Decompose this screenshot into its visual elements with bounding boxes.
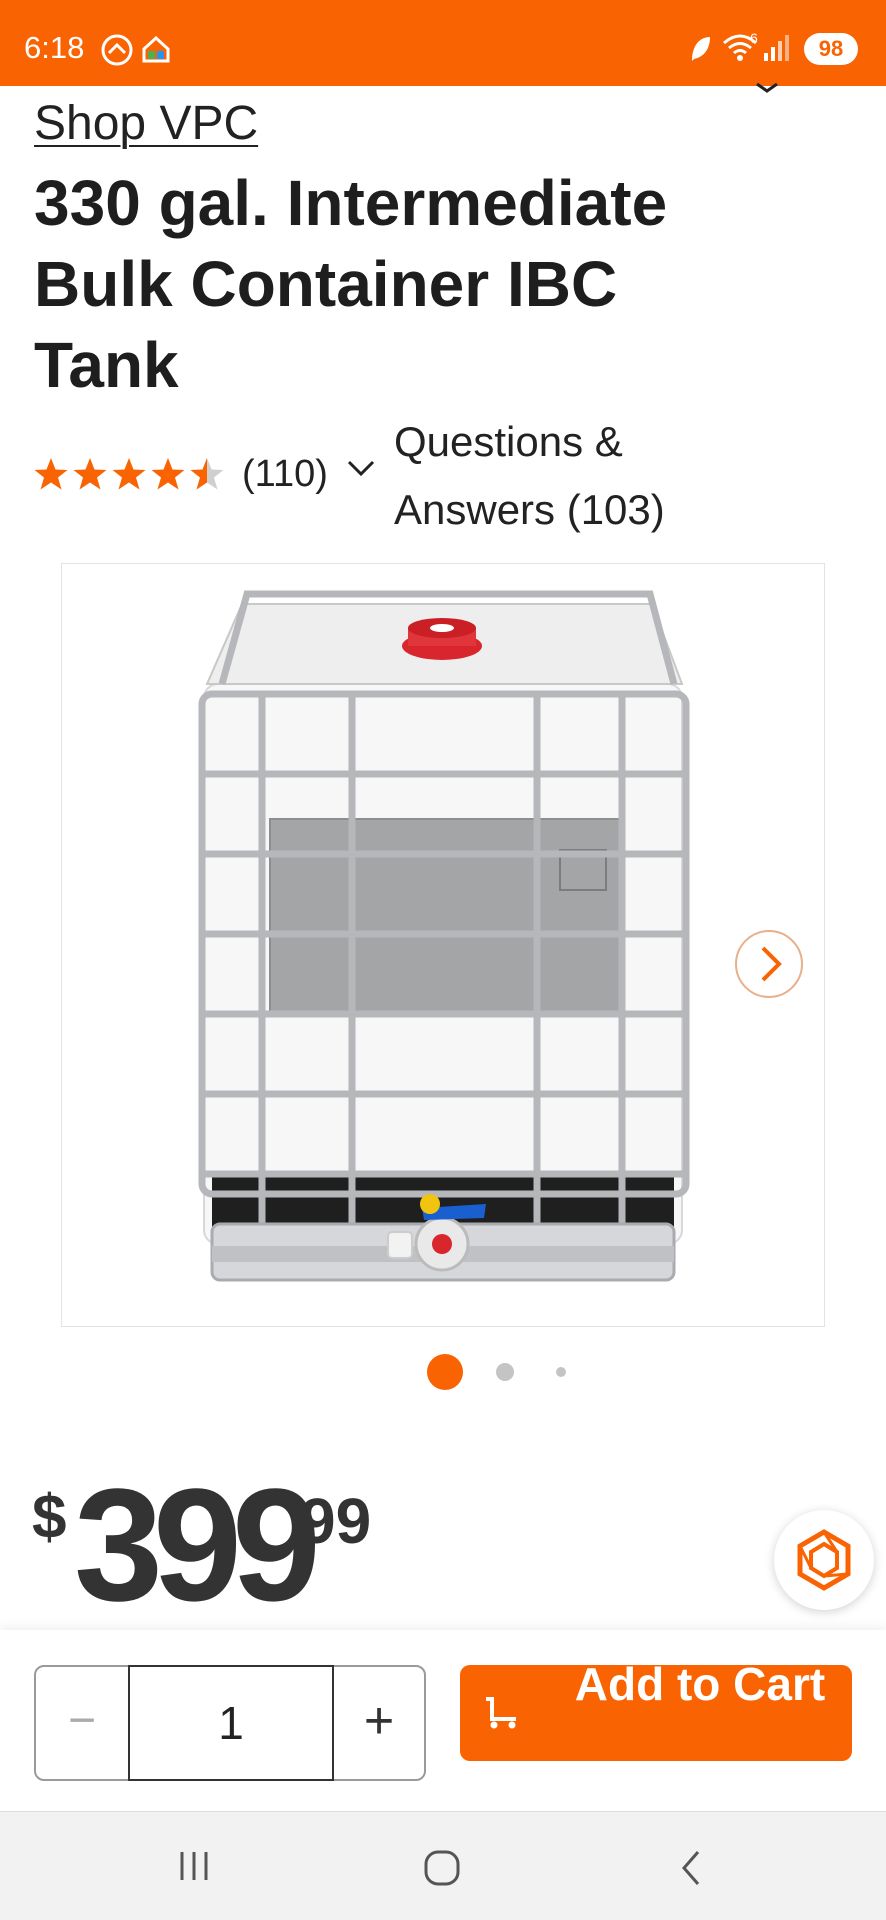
star-icon [112, 458, 146, 490]
questions-answers-link[interactable]: Questions & Answers (103) [394, 408, 734, 544]
star-icon [34, 458, 68, 490]
status-bar: 6:18 6 98 [0, 0, 886, 86]
rating-stars [34, 458, 224, 490]
cart-icon [482, 1695, 522, 1736]
chevron-down-icon[interactable] [346, 457, 376, 484]
chevron-down-icon[interactable] [754, 80, 780, 99]
add-to-cart-label: Add to Cart [574, 1665, 826, 1710]
back-icon[interactable] [676, 1848, 706, 1893]
star-icon [73, 458, 107, 490]
price-dollars: 399 [74, 1455, 321, 1634]
carousel-dot[interactable] [496, 1363, 514, 1381]
leaf-icon [688, 33, 714, 70]
half-star-icon [190, 458, 224, 490]
next-image-button[interactable] [735, 930, 803, 998]
google-home-icon [140, 33, 172, 70]
product-title: 330 gal. Intermediate Bulk Container IBC… [34, 167, 668, 401]
product-image[interactable] [61, 563, 825, 1327]
home-icon[interactable] [422, 1848, 462, 1893]
add-to-cart-button[interactable]: Add to Cart [460, 1665, 852, 1761]
brand-link[interactable]: Shop VPC [34, 96, 258, 151]
chevron-right-icon [761, 946, 782, 982]
price-currency: $ [32, 1483, 67, 1552]
status-time: 6:18 [24, 30, 85, 65]
carousel-dot[interactable] [556, 1367, 566, 1377]
battery-indicator: 98 [804, 33, 858, 65]
increase-quantity-button[interactable]: + [334, 1667, 424, 1779]
network-label: 6 [750, 30, 758, 46]
system-nav-bar [0, 1812, 886, 1920]
ibc-tank-image [198, 590, 690, 1282]
carousel-dot-active[interactable] [427, 1354, 463, 1390]
purchase-bar: − 1 + Add to Cart [0, 1630, 886, 1812]
assistant-chat-button[interactable] [774, 1510, 874, 1610]
product-page: 6:18 6 98 Shop VPC 330 gal. Intermediate… [0, 0, 886, 1920]
quantity-stepper: − 1 + [34, 1665, 426, 1781]
home-app-icon [100, 33, 134, 72]
review-count[interactable]: (110) [242, 453, 328, 496]
recent-apps-icon[interactable] [176, 1848, 212, 1889]
carousel-indicator [0, 1352, 886, 1392]
hexagon-logo-icon [797, 1529, 851, 1591]
decrease-quantity-button[interactable]: − [36, 1667, 128, 1779]
price-cents: 99 [300, 1485, 372, 1557]
quantity-field[interactable]: 1 [128, 1665, 334, 1781]
signal-icon [762, 33, 792, 68]
star-icon [151, 458, 185, 490]
